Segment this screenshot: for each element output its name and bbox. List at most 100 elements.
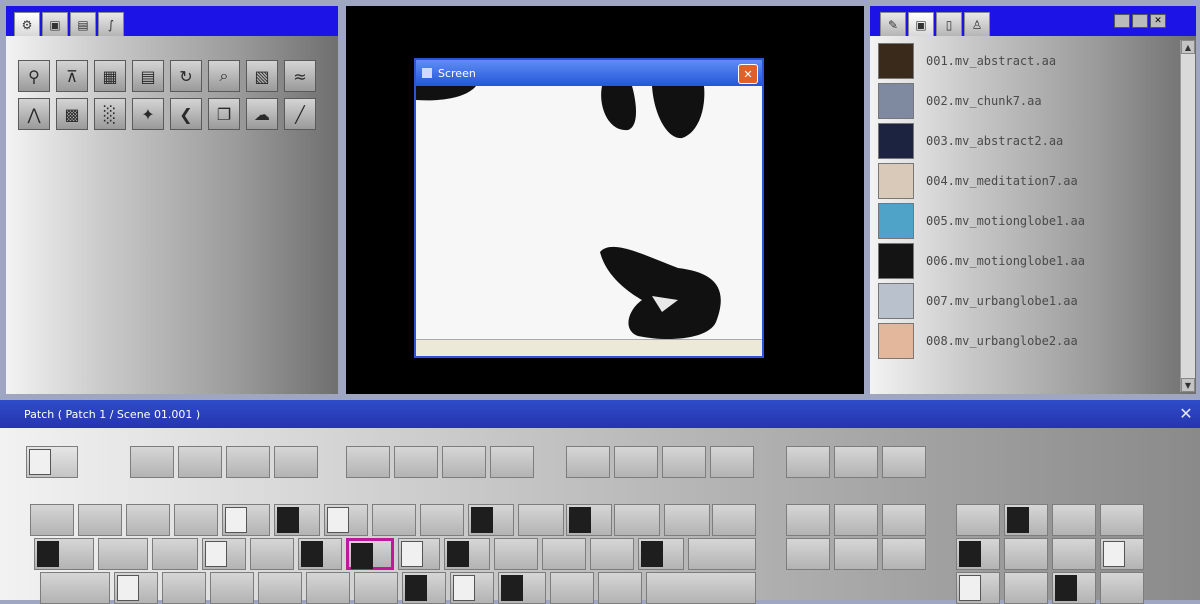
patch-key[interactable] xyxy=(34,538,94,570)
patch-key[interactable] xyxy=(542,538,586,570)
tab-globe[interactable]: ⚙ xyxy=(14,12,40,36)
patch-preview-key[interactable] xyxy=(26,446,78,478)
tree-tool-button[interactable]: ⊼ xyxy=(56,60,88,92)
clip-item[interactable]: 003.mv_abstract2.aa xyxy=(878,122,1168,160)
patch-key[interactable] xyxy=(494,538,538,570)
mosaic-tool-button[interactable]: ▩ xyxy=(56,98,88,130)
patch-key[interactable] xyxy=(450,572,494,604)
patch-key[interactable] xyxy=(178,446,222,478)
layers-tool-button[interactable]: ▤ xyxy=(132,60,164,92)
patch-key[interactable] xyxy=(834,504,878,536)
patch-key[interactable] xyxy=(688,538,756,570)
clip-item[interactable]: 001.mv_abstract.aa xyxy=(878,42,1168,80)
patch-key[interactable] xyxy=(490,446,534,478)
patch-key[interactable] xyxy=(114,572,158,604)
wave-tool-button[interactable]: ≈ xyxy=(284,60,316,92)
patch-key[interactable] xyxy=(1100,504,1144,536)
patch-key[interactable] xyxy=(566,446,610,478)
pin-tool-button[interactable]: ⚲ xyxy=(18,60,50,92)
patch-key[interactable] xyxy=(834,446,878,478)
clip-item[interactable]: 002.mv_chunk7.aa xyxy=(878,82,1168,120)
patch-key[interactable] xyxy=(498,572,546,604)
patch-key[interactable] xyxy=(1100,538,1144,570)
patch-key[interactable] xyxy=(518,504,564,536)
patch-key[interactable] xyxy=(566,504,612,536)
patch-key[interactable] xyxy=(174,504,218,536)
patch-key[interactable] xyxy=(274,504,320,536)
patch-key[interactable] xyxy=(420,504,464,536)
screen-window-titlebar[interactable]: Screen xyxy=(416,60,762,86)
patch-key[interactable] xyxy=(354,572,398,604)
patch-key[interactable] xyxy=(226,446,270,478)
patch-key[interactable] xyxy=(590,538,634,570)
patch-key[interactable] xyxy=(258,572,302,604)
patch-key[interactable] xyxy=(162,572,206,604)
patch-key[interactable] xyxy=(130,446,174,478)
cloud-tool-button[interactable]: ☁ xyxy=(246,98,278,130)
tab-monitor[interactable]: ▣ xyxy=(908,12,934,36)
close-icon[interactable]: ✕ xyxy=(1150,14,1166,28)
patch-key[interactable] xyxy=(444,538,490,570)
patch-key[interactable] xyxy=(598,572,642,604)
slash-tool-button[interactable]: ╱ xyxy=(284,98,316,130)
close-icon[interactable]: ✕ xyxy=(738,64,758,84)
copy-tool-button[interactable]: ❐ xyxy=(208,98,240,130)
patch-key[interactable] xyxy=(638,538,684,570)
screen-window[interactable]: Screen ✕ xyxy=(414,58,764,358)
clip-list-scrollbar[interactable]: ▲ ▼ xyxy=(1180,40,1195,392)
patch-key[interactable] xyxy=(712,504,756,536)
patch-key[interactable] xyxy=(1052,538,1096,570)
patch-key[interactable] xyxy=(956,538,1000,570)
patch-key[interactable] xyxy=(40,572,110,604)
patch-key[interactable] xyxy=(372,504,416,536)
tab-brush[interactable]: ∫ xyxy=(98,12,124,36)
tab-card[interactable]: ▯ xyxy=(936,12,962,36)
patch-key[interactable] xyxy=(956,572,1000,604)
tab-document[interactable]: ▤ xyxy=(70,12,96,36)
clip-item[interactable]: 007.mv_urbanglobe1.aa xyxy=(878,282,1168,320)
patch-key[interactable] xyxy=(98,538,148,570)
patch-key[interactable] xyxy=(662,446,706,478)
tab-pencil[interactable]: ✎ xyxy=(880,12,906,36)
patch-key-selected[interactable] xyxy=(346,538,394,570)
patch-key[interactable] xyxy=(786,504,830,536)
restore-icon[interactable] xyxy=(1132,14,1148,28)
patch-key[interactable] xyxy=(1004,572,1048,604)
plus-tool-button[interactable]: ✦ xyxy=(132,98,164,130)
patch-key[interactable] xyxy=(882,446,926,478)
grid-tool-button[interactable]: ▦ xyxy=(94,60,126,92)
scroll-down-icon[interactable]: ▼ xyxy=(1181,378,1195,392)
chevron-tool-button[interactable]: ❮ xyxy=(170,98,202,130)
patch-key[interactable] xyxy=(324,504,368,536)
checker-tool-button[interactable]: ░ xyxy=(94,98,126,130)
patch-key[interactable] xyxy=(250,538,294,570)
patch-key[interactable] xyxy=(1052,572,1096,604)
patch-key[interactable] xyxy=(394,446,438,478)
patch-key[interactable] xyxy=(834,538,878,570)
clip-item[interactable]: 006.mv_motionglobe1.aa xyxy=(878,242,1168,280)
patch-key[interactable] xyxy=(1052,504,1096,536)
patch-key[interactable] xyxy=(956,504,1000,536)
tab-image[interactable]: ▣ xyxy=(42,12,68,36)
scroll-up-icon[interactable]: ▲ xyxy=(1181,40,1195,54)
patch-key[interactable] xyxy=(614,504,660,536)
patch-key[interactable] xyxy=(550,572,594,604)
tab-person[interactable]: ♙ xyxy=(964,12,990,36)
patch-key[interactable] xyxy=(786,538,830,570)
rotate-tool-button[interactable]: ↻ xyxy=(170,60,202,92)
patch-key[interactable] xyxy=(402,572,446,604)
patch-key[interactable] xyxy=(1100,572,1144,604)
patch-key[interactable] xyxy=(646,572,756,604)
patch-key[interactable] xyxy=(614,446,658,478)
patch-key[interactable] xyxy=(274,446,318,478)
patch-key[interactable] xyxy=(210,572,254,604)
picture-tool-button[interactable]: ▧ xyxy=(246,60,278,92)
patch-key[interactable] xyxy=(710,446,754,478)
patch-key[interactable] xyxy=(882,538,926,570)
patch-key[interactable] xyxy=(202,538,246,570)
clip-item[interactable]: 008.mv_urbanglobe2.aa xyxy=(878,322,1168,360)
patch-key[interactable] xyxy=(306,572,350,604)
clip-item[interactable]: 004.mv_meditation7.aa xyxy=(878,162,1168,200)
patch-key[interactable] xyxy=(664,504,710,536)
patch-key[interactable] xyxy=(786,446,830,478)
